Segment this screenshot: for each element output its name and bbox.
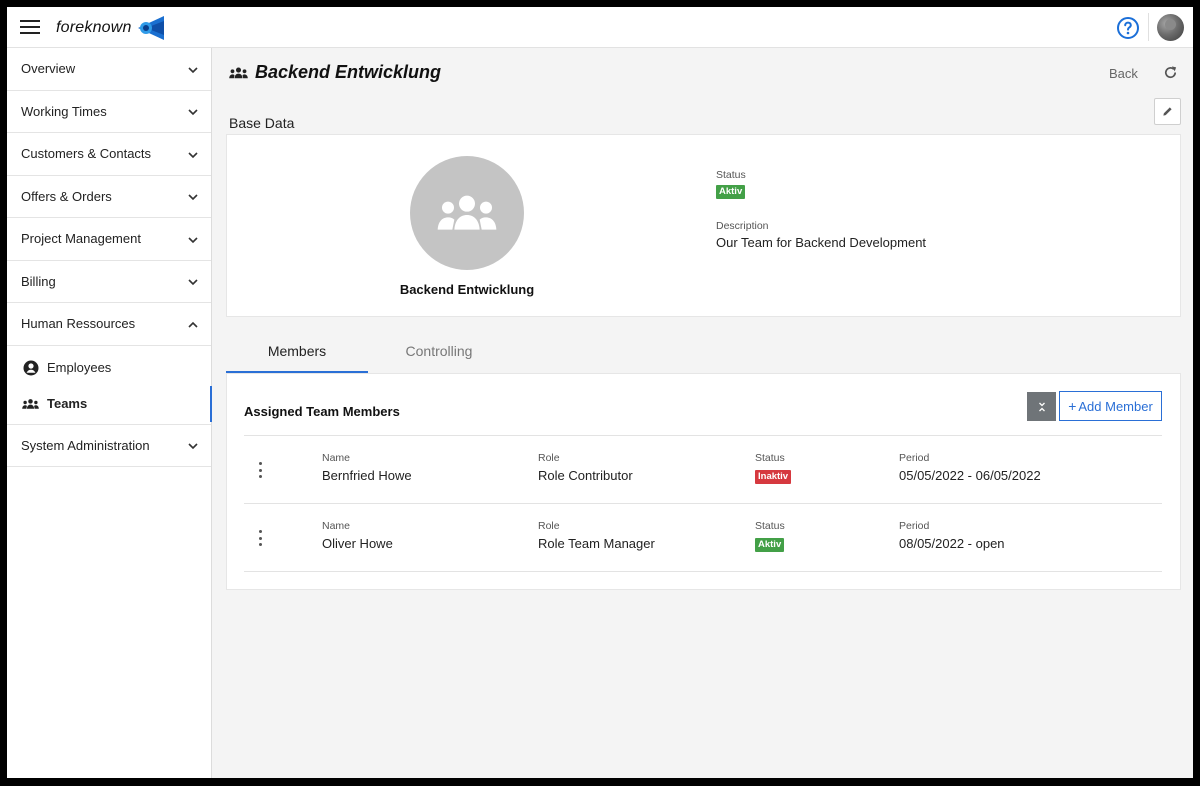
- sidebar-item-label: Overview: [21, 61, 76, 77]
- sidebar: Overview Working Times Customers & Conta…: [7, 48, 212, 778]
- members-card: Assigned Team Members + Add Member Name …: [226, 373, 1181, 590]
- team-icon: [22, 395, 39, 412]
- chevron-down-icon: [188, 443, 198, 450]
- main-content: Backend Entwicklung Back Base Data Backe…: [213, 48, 1193, 778]
- chevron-down-icon: [188, 194, 198, 201]
- sidebar-item-label: Customers & Contacts: [21, 146, 152, 162]
- sidebar-item-billing[interactable]: Billing: [7, 261, 211, 303]
- member-role: Role Team Manager: [538, 536, 655, 551]
- tab-controlling[interactable]: Controlling: [368, 333, 510, 373]
- sidebar-item-label: Working Times: [21, 103, 107, 119]
- period-label: Period: [899, 452, 930, 464]
- sidebar-item-label: Billing: [21, 273, 56, 289]
- member-period: 08/05/2022 - open: [899, 536, 1005, 551]
- sidebar-item-customers-contacts[interactable]: Customers & Contacts: [7, 133, 211, 176]
- divider: [1148, 13, 1149, 41]
- status-label: Status: [716, 169, 746, 181]
- sidebar-submenu: Employees Teams: [7, 346, 212, 425]
- sidebar-item-label: Human Ressources: [21, 316, 136, 332]
- pencil-icon: [1163, 107, 1172, 116]
- chevron-up-icon: [188, 321, 198, 328]
- sidebar-item-human-ressources[interactable]: Human Ressources: [7, 303, 211, 346]
- add-member-label: Add Member: [1078, 398, 1153, 414]
- description-value: Our Team for Backend Development: [716, 235, 927, 250]
- collapse-icon: [1038, 402, 1045, 411]
- back-button[interactable]: Back: [1109, 66, 1138, 81]
- base-data-card: Backend Entwicklung Status Aktiv Descrip…: [226, 134, 1181, 317]
- more-options-icon[interactable]: [255, 530, 265, 546]
- member-name: Oliver Howe: [322, 536, 393, 551]
- name-label: Name: [322, 520, 351, 532]
- member-role: Role Contributor: [538, 468, 633, 483]
- role-label: Role: [538, 452, 560, 464]
- role-label: Role: [538, 520, 560, 532]
- name-label: Name: [322, 452, 351, 464]
- sidebar-item-label: System Administration: [21, 437, 150, 453]
- sidebar-item-label: Offers & Orders: [21, 188, 112, 204]
- top-bar: foreknown: [7, 7, 1193, 48]
- help-icon[interactable]: [1116, 16, 1140, 40]
- tab-bar: Members Controlling: [226, 333, 1181, 373]
- members-title: Assigned Team Members: [244, 404, 400, 419]
- page-title: Backend Entwicklung: [255, 62, 442, 82]
- chevron-down-icon: [188, 279, 198, 286]
- user-avatar[interactable]: [1157, 14, 1184, 41]
- sidebar-item-working-times[interactable]: Working Times: [7, 91, 211, 133]
- member-period: 05/05/2022 - 06/05/2022: [899, 468, 1041, 483]
- logo-mark-icon: [137, 16, 164, 40]
- edit-button[interactable]: [1154, 98, 1181, 125]
- team-icon: [437, 195, 497, 230]
- sidebar-item-label: Employees: [47, 360, 112, 375]
- sidebar-item-project-management[interactable]: Project Management: [7, 218, 211, 261]
- table-row: Name Bernfried Howe Role Role Contributo…: [244, 436, 1162, 504]
- chevron-down-icon: [188, 109, 198, 116]
- sidebar-item-offers-orders[interactable]: Offers & Orders: [7, 176, 211, 218]
- sidebar-item-label: Teams: [47, 396, 88, 411]
- collapse-button[interactable]: [1027, 392, 1056, 421]
- status-badge: Aktiv: [716, 185, 746, 199]
- status-label: Status: [755, 452, 785, 464]
- section-title: Base Data: [229, 115, 295, 131]
- status-badge: Inaktiv: [755, 470, 792, 484]
- tab-members[interactable]: Members: [226, 333, 368, 373]
- person-circle-icon: [22, 359, 39, 376]
- app-window: foreknown Overview Working Times Custome…: [7, 7, 1193, 778]
- table-row: Name Oliver Howe Role Role Team Manager …: [244, 504, 1162, 572]
- sidebar-item-label: Project Management: [21, 231, 141, 247]
- sidebar-item-employees[interactable]: Employees: [7, 350, 211, 386]
- chevron-down-icon: [188, 67, 198, 73]
- sidebar-item-system-administration[interactable]: System Administration: [7, 425, 211, 467]
- team-name: Backend Entwicklung: [399, 282, 535, 297]
- refresh-icon[interactable]: [1163, 65, 1178, 80]
- chevron-down-icon: [188, 152, 198, 158]
- more-options-icon[interactable]: [255, 462, 265, 478]
- page-header: Backend Entwicklung: [229, 62, 441, 83]
- plus-icon: +: [1068, 398, 1077, 414]
- team-icon: [229, 67, 248, 78]
- member-name: Bernfried Howe: [322, 468, 412, 483]
- team-avatar: [410, 156, 524, 270]
- sidebar-item-overview[interactable]: Overview: [7, 48, 211, 91]
- description-label: Description: [716, 220, 769, 232]
- status-label: Status: [755, 520, 785, 532]
- menu-icon[interactable]: [20, 19, 40, 35]
- status-badge: Aktiv: [755, 538, 785, 552]
- logo[interactable]: foreknown: [56, 15, 166, 41]
- logo-text: foreknown: [56, 19, 132, 36]
- period-label: Period: [899, 520, 930, 532]
- add-member-button[interactable]: + Add Member: [1059, 391, 1162, 421]
- sidebar-item-teams[interactable]: Teams: [7, 385, 212, 422]
- chevron-down-icon: [188, 237, 198, 243]
